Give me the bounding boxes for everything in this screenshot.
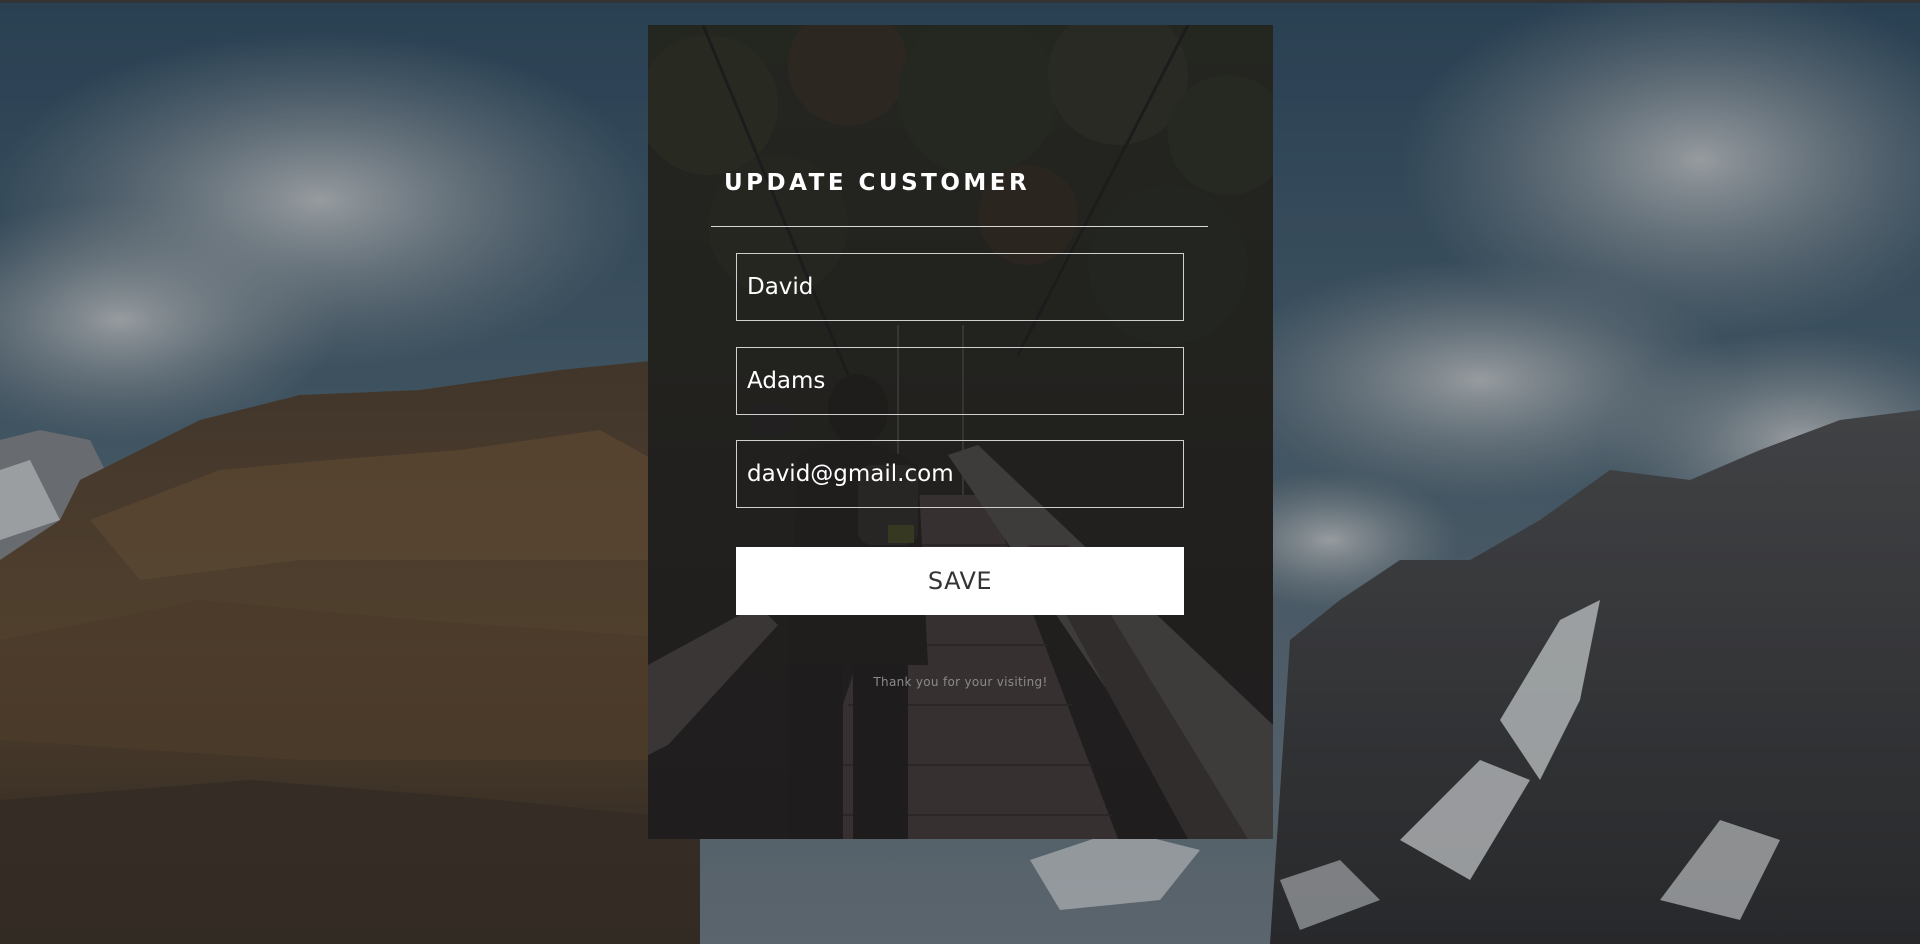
update-customer-card: UPDATE CUSTOMER SAVE Thank you for your … xyxy=(648,25,1273,839)
customer-form: UPDATE CUSTOMER SAVE Thank you for your … xyxy=(648,25,1273,839)
save-button[interactable]: SAVE xyxy=(736,547,1184,615)
last-name-input[interactable] xyxy=(736,347,1184,415)
first-name-input[interactable] xyxy=(736,253,1184,321)
title-divider xyxy=(711,226,1208,227)
form-title: UPDATE CUSTOMER xyxy=(724,170,1031,196)
email-input[interactable] xyxy=(736,440,1184,508)
footer-thanks-text: Thank you for your visiting! xyxy=(873,675,1048,689)
